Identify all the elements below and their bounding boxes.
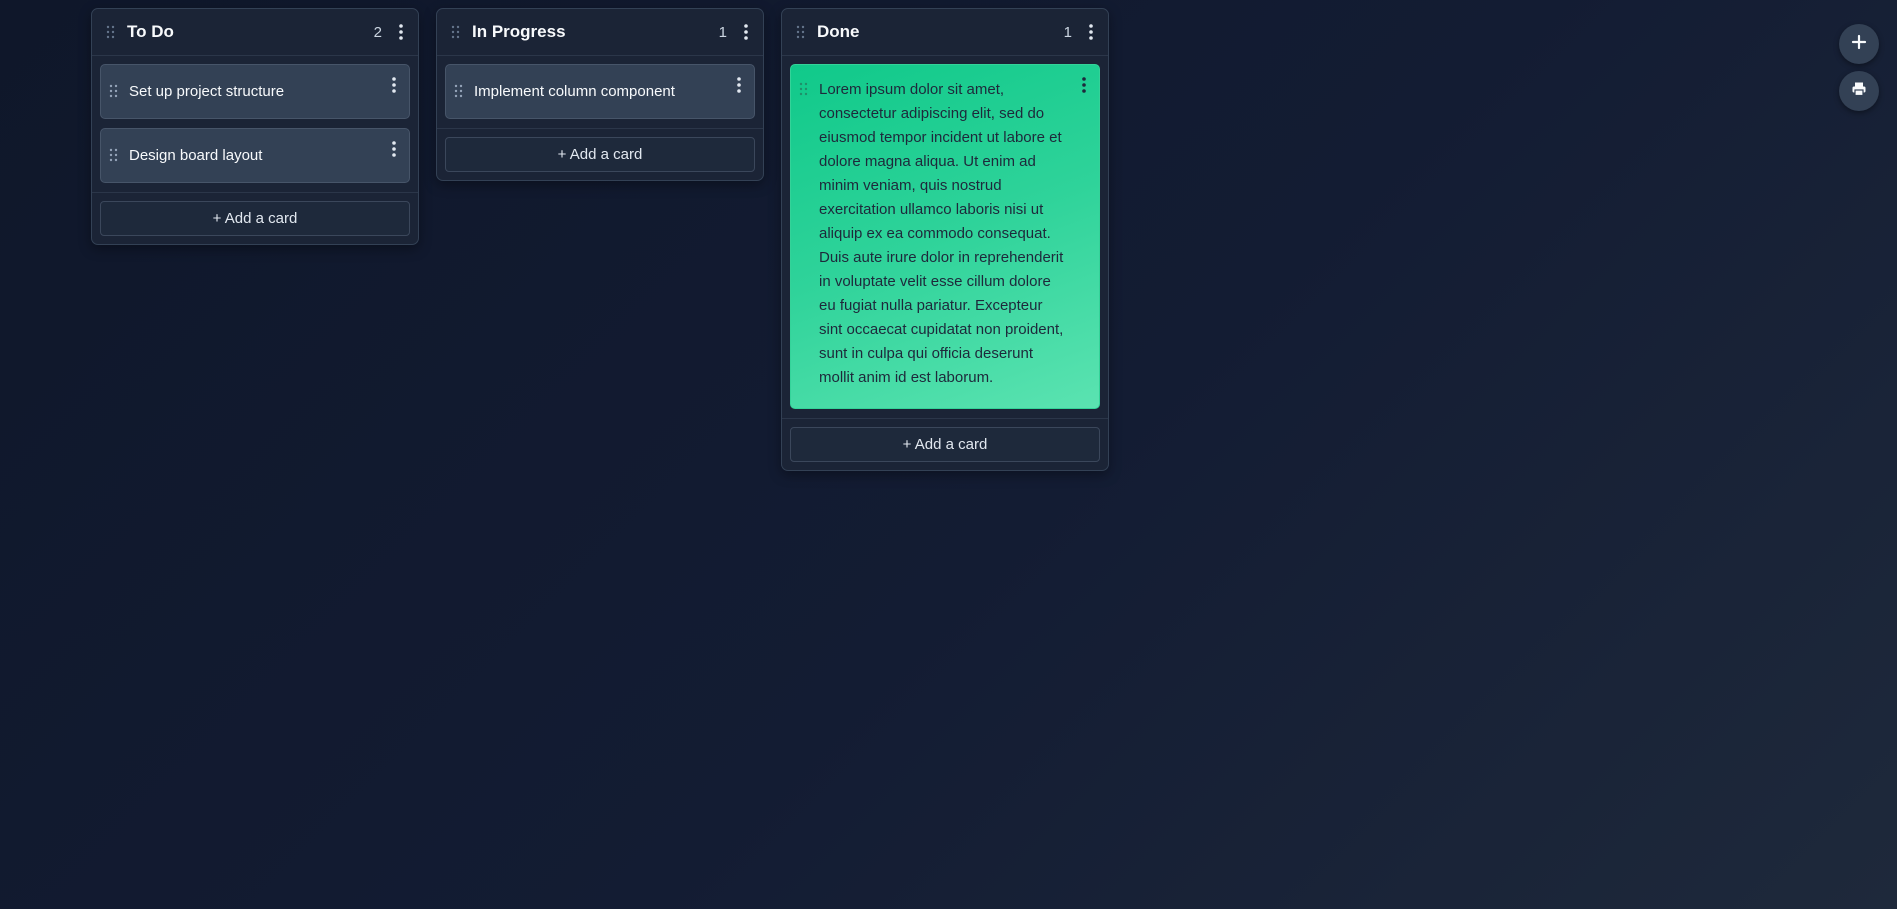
card-menu-icon[interactable]: [389, 140, 399, 158]
card[interactable]: Design board layout: [100, 128, 410, 183]
card-list: Lorem ipsum dolor sit amet, consectetur …: [782, 56, 1108, 409]
column-title[interactable]: In Progress: [472, 22, 719, 42]
column-title[interactable]: To Do: [127, 22, 374, 42]
card[interactable]: Lorem ipsum dolor sit amet, consectetur …: [790, 64, 1100, 409]
drag-handle-icon[interactable]: [106, 25, 116, 39]
board: To Do 2 Set up project structure Design …: [91, 8, 1109, 471]
card-list: Implement column component: [437, 56, 763, 119]
column-header: In Progress 1: [437, 9, 763, 56]
print-button[interactable]: [1839, 71, 1879, 111]
column-to-do: To Do 2 Set up project structure Design …: [91, 8, 419, 245]
card-text: Implement column component: [474, 83, 675, 100]
column-header: To Do 2: [92, 9, 418, 56]
drag-handle-icon[interactable]: [109, 84, 119, 98]
column-title[interactable]: Done: [817, 22, 1064, 42]
column-menu-icon[interactable]: [741, 23, 751, 41]
drag-handle-icon[interactable]: [451, 25, 461, 39]
column-footer: + Add a card: [782, 418, 1108, 470]
card[interactable]: Implement column component: [445, 64, 755, 119]
plus-icon: [1851, 34, 1867, 55]
drag-handle-icon[interactable]: [454, 84, 464, 98]
card-text: Set up project structure: [129, 83, 285, 100]
card-count-badge: 1: [718, 23, 727, 41]
drag-handle-icon[interactable]: [799, 82, 809, 96]
card-text: Design board layout: [129, 147, 263, 164]
card-text: Lorem ipsum dolor sit amet, consectetur …: [819, 81, 1064, 386]
card[interactable]: Set up project structure: [100, 64, 410, 119]
column-menu-icon[interactable]: [396, 23, 406, 41]
add-card-button[interactable]: + Add a card: [445, 137, 755, 172]
add-card-button[interactable]: + Add a card: [790, 427, 1100, 462]
drag-handle-icon[interactable]: [109, 148, 119, 162]
card-count-badge: 1: [1063, 23, 1072, 41]
card-menu-icon[interactable]: [1079, 76, 1089, 94]
add-card-button[interactable]: + Add a card: [100, 201, 410, 236]
column-footer: + Add a card: [437, 128, 763, 180]
column-menu-icon[interactable]: [1086, 23, 1096, 41]
add-column-button[interactable]: [1839, 24, 1879, 64]
card-menu-icon[interactable]: [734, 76, 744, 94]
printer-icon: [1851, 81, 1867, 102]
card-menu-icon[interactable]: [389, 76, 399, 94]
card-count-badge: 2: [373, 23, 382, 41]
column-footer: + Add a card: [92, 192, 418, 244]
column-header: Done 1: [782, 9, 1108, 56]
card-list: Set up project structure Design board la…: [92, 56, 418, 183]
drag-handle-icon[interactable]: [796, 25, 806, 39]
column-in-progress: In Progress 1 Implement column component…: [436, 8, 764, 181]
column-done: Done 1 Lorem ipsum dolor sit amet, conse…: [781, 8, 1109, 471]
